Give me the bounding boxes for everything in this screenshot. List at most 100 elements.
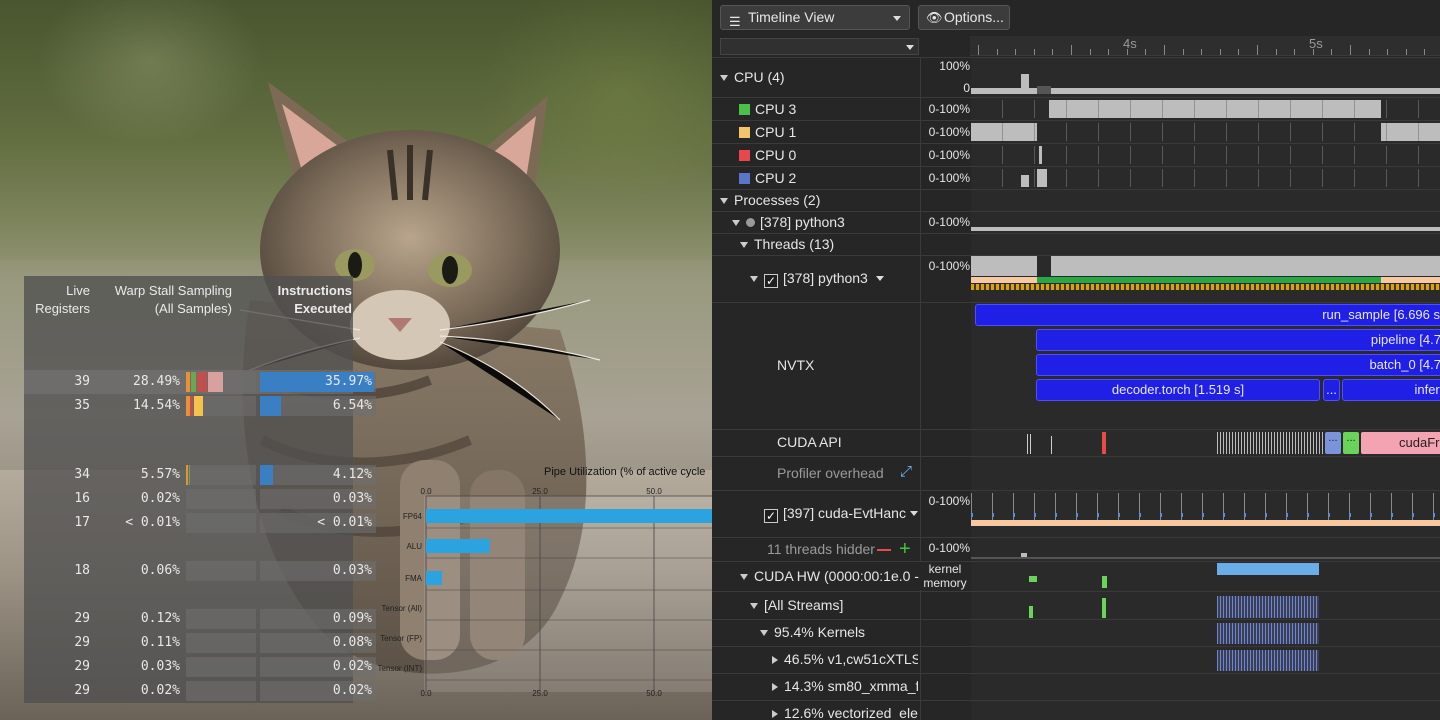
collapse-arrow-icon[interactable] xyxy=(760,630,768,636)
nvtx-range-decoder[interactable]: decoder.torch [1.519 s] xyxy=(1036,379,1320,401)
expand-arrow-icon[interactable] xyxy=(772,656,778,664)
warp-stall-header[interactable]: Warp Stall Sampling (All Samples) xyxy=(94,282,232,322)
hamburger-icon: ☰ xyxy=(729,14,741,29)
process-lane[interactable] xyxy=(971,212,1440,233)
process-row-python3[interactable]: [378] python3 0-100% xyxy=(712,211,1440,233)
plus-icon[interactable]: + xyxy=(899,538,911,560)
collapse-arrow-icon[interactable] xyxy=(740,574,748,580)
category-label: FMA xyxy=(405,574,423,583)
stall-row[interactable]: 35 14.54% 6.54% xyxy=(24,394,376,418)
view-selector-label: Timeline View xyxy=(748,9,835,25)
hidden-threads-row[interactable]: 11 threads hidder + 0-100% xyxy=(712,537,1440,561)
cpu-row-cpu-2[interactable]: CPU 2 0-100% xyxy=(712,166,1440,189)
cpu-lane[interactable] xyxy=(971,121,1440,143)
cuda-call-small[interactable]: ... xyxy=(1325,432,1341,454)
stall-percent: < 0.01% xyxy=(125,515,180,530)
all-streams-row[interactable]: [All Streams] xyxy=(712,591,1440,619)
kernel-row[interactable]: 46.5% v1,cw51cXTLS xyxy=(712,646,1440,673)
expand-icon[interactable]: ⤢ xyxy=(900,463,912,480)
nvtx-range-batch[interactable]: batch_0 [4.7 xyxy=(1036,354,1440,376)
collapse-arrow-icon[interactable] xyxy=(750,276,758,282)
cpu-group-row[interactable]: CPU (4) 100% 0 xyxy=(712,57,1440,97)
cuda-call-small-2[interactable]: ... xyxy=(1343,432,1359,454)
kernel-lane[interactable] xyxy=(971,647,1440,673)
evt-thread-row[interactable]: ✓ [397] cuda-EvtHanc 0-100% xyxy=(712,490,1440,537)
bar-fma xyxy=(426,571,442,585)
stall-row[interactable]: 29 0.11% 0.08% xyxy=(24,631,376,655)
thread-lane[interactable] xyxy=(971,256,1440,302)
cpu-row-cpu-0[interactable]: CPU 0 0-100% xyxy=(712,143,1440,166)
nvtx-row[interactable]: NVTX run_sample [6.696 s pipeline [4.7 b… xyxy=(712,302,1440,429)
stall-percent: 0.02% xyxy=(140,683,180,698)
instructions-executed-header[interactable]: Instructions Executed xyxy=(236,282,352,322)
stall-row[interactable]: 34 5.57% 4.12% xyxy=(24,463,376,487)
stall-row[interactable]: 18 0.06% 0.03% xyxy=(24,559,376,583)
cuda-hw-lane[interactable] xyxy=(971,562,1440,591)
header-line: Executed xyxy=(294,301,352,316)
stall-row[interactable]: 29 0.03% 0.02% xyxy=(24,655,376,679)
header-line: Instructions xyxy=(277,283,352,298)
register-count: 35 xyxy=(74,398,90,413)
chevron-down-icon[interactable] xyxy=(909,511,918,516)
kernels-row[interactable]: 95.4% Kernels xyxy=(712,619,1440,646)
kernels-lane[interactable] xyxy=(971,620,1440,646)
collapse-arrow-icon[interactable] xyxy=(732,220,740,226)
all-streams-lane[interactable] xyxy=(971,592,1440,619)
cpu-color-swatch xyxy=(739,127,750,138)
register-count: 34 xyxy=(74,467,90,482)
kernel-row[interactable]: 12.6% vectorized_eler xyxy=(712,700,1440,720)
nvtx-range-run-sample[interactable]: run_sample [6.696 s xyxy=(975,304,1440,326)
cpu-row-cpu-3[interactable]: CPU 3 0-100% xyxy=(712,97,1440,120)
kernel-lane[interactable] xyxy=(971,674,1440,700)
expand-arrow-icon[interactable] xyxy=(772,683,778,691)
nvtx-range-pipeline[interactable]: pipeline [4.7 xyxy=(1036,329,1440,351)
stall-row[interactable]: 39 28.49% 35.97% xyxy=(24,370,376,394)
cpu-usage-lane[interactable] xyxy=(971,58,1440,97)
thread-checkbox[interactable]: ✓ xyxy=(764,274,778,288)
cuda-api-row[interactable]: CUDA API ... ... cudaFre xyxy=(712,429,1440,456)
stall-row[interactable]: 16 0.02% 0.03% xyxy=(24,487,376,511)
minus-icon[interactable] xyxy=(877,549,891,551)
cpu-lane[interactable] xyxy=(971,144,1440,166)
cpu-row-cpu-1[interactable]: CPU 1 0-100% xyxy=(712,120,1440,143)
threads-row[interactable]: Threads (13) xyxy=(712,233,1440,255)
nvtx-lane[interactable]: run_sample [6.696 s pipeline [4.7 batch_… xyxy=(971,303,1440,429)
cpu-min-label: 0 xyxy=(963,81,970,95)
time-ruler[interactable]: 4s 5s xyxy=(970,36,1440,56)
thread-row-python3[interactable]: ✓ [378] python3 0-100% xyxy=(712,255,1440,302)
processes-row[interactable]: Processes (2) xyxy=(712,189,1440,211)
kernel-row[interactable]: 14.3% sm80_xmma_f xyxy=(712,673,1440,700)
thread-checkbox[interactable]: ✓ xyxy=(764,509,778,523)
stall-row[interactable]: 29 0.02% 0.02% xyxy=(24,679,376,703)
nvtx-range-small[interactable]: ... xyxy=(1323,379,1340,401)
evt-thread-lane[interactable] xyxy=(971,491,1440,537)
cpu-activity-ticks xyxy=(971,146,1440,164)
stall-row[interactable]: 29 0.12% 0.09% xyxy=(24,607,376,631)
cpu-lane[interactable] xyxy=(971,98,1440,120)
cpu-lane[interactable] xyxy=(971,167,1440,189)
collapse-arrow-icon[interactable] xyxy=(720,198,728,204)
view-selector[interactable]: ☰ Timeline View xyxy=(720,5,910,30)
live-registers-header[interactable]: Live Registers xyxy=(24,282,90,322)
instructions-percent: 0.03% xyxy=(332,563,372,578)
register-count: 16 xyxy=(74,491,90,506)
cuda-hw-row[interactable]: CUDA HW (0000:00:1e.0 - kernel memory xyxy=(712,561,1440,591)
chart-plot-area xyxy=(424,496,712,692)
cuda-api-label: CUDA API xyxy=(777,434,842,450)
ruler-label: 5s xyxy=(1309,36,1323,51)
row-filter-dropdown[interactable] xyxy=(720,38,919,55)
collapse-arrow-icon[interactable] xyxy=(740,242,748,248)
register-count: 29 xyxy=(74,683,90,698)
expand-arrow-icon[interactable] xyxy=(772,710,778,718)
profiler-overhead-row[interactable]: Profiler overhead ⤢ xyxy=(712,456,1440,490)
kernel-lane[interactable] xyxy=(971,701,1440,720)
options-button[interactable]: 👁 Options... xyxy=(918,5,1010,30)
cuda-api-lane[interactable]: ... ... cudaFre xyxy=(971,430,1440,456)
collapse-arrow-icon[interactable] xyxy=(750,603,758,609)
chevron-down-icon[interactable] xyxy=(875,276,884,281)
options-label: Options... xyxy=(944,9,1004,25)
cuda-call-cudafree[interactable]: cudaFre xyxy=(1361,432,1440,454)
stall-row[interactable]: 17 < 0.01% < 0.01% xyxy=(24,511,376,535)
nvtx-range-inference[interactable]: infere xyxy=(1342,379,1440,401)
collapse-arrow-icon[interactable] xyxy=(720,75,728,81)
